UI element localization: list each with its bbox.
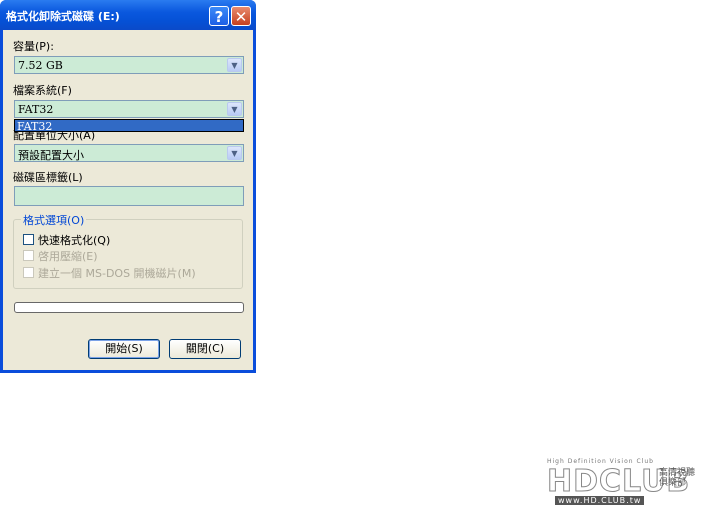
filesystem-value: FAT32 xyxy=(18,103,54,116)
capacity-select[interactable]: 7.52 GB ▼ xyxy=(14,56,244,74)
filesystem-dropdown-option[interactable]: FAT32 xyxy=(14,119,244,133)
filesystem-label: 檔案系統(F) xyxy=(13,84,72,97)
filesystem-select[interactable]: FAT32 ▼ xyxy=(14,100,244,118)
format-options-group: 格式選項(O) 快速格式化(Q) 啓用壓縮(E) 建立一個 MS-DOS 開機磁… xyxy=(13,212,243,289)
chevron-down-icon[interactable]: ▼ xyxy=(227,102,242,116)
allocation-value: 預設配置大小 xyxy=(18,149,84,162)
start-button[interactable]: 開始(S) xyxy=(88,339,160,359)
format-options-title: 格式選項(O) xyxy=(21,212,87,228)
allocation-select[interactable]: 預設配置大小 ▼ xyxy=(14,144,244,162)
title-bar[interactable]: 格式化卸除式磁碟 (E:) ? ✕ xyxy=(0,0,256,30)
enable-compression-label: 啓用壓縮(E) xyxy=(38,250,98,263)
close-button[interactable]: 關閉(C) xyxy=(169,339,241,359)
enable-compression-checkbox xyxy=(23,250,34,261)
help-icon: ? xyxy=(214,8,224,26)
msdos-disk-checkbox xyxy=(23,267,34,278)
msdos-disk-label: 建立一個 MS-DOS 開機磁片(M) xyxy=(38,267,196,280)
volume-label-label: 磁碟區標籤(L) xyxy=(13,171,83,184)
format-dialog: 格式化卸除式磁碟 (E:) ? ✕ 容量(P): 7.52 GB ▼ 檔案系統(… xyxy=(0,0,256,373)
window-title: 格式化卸除式磁碟 (E:) xyxy=(6,10,120,23)
dropdown-option-label: FAT32 xyxy=(17,120,53,133)
quick-format-label[interactable]: 快速格式化(Q) xyxy=(38,232,110,248)
help-button[interactable]: ? xyxy=(209,6,229,26)
format-progress-bar xyxy=(14,302,244,313)
capacity-value: 7.52 GB xyxy=(18,59,63,72)
close-icon: ✕ xyxy=(234,8,248,26)
dialog-body: 容量(P): 7.52 GB ▼ 檔案系統(F) FAT32 ▼ FAT32 配… xyxy=(3,30,253,370)
volume-label-input[interactable] xyxy=(14,186,244,206)
capacity-label: 容量(P): xyxy=(13,40,54,53)
watermark-url: www.HD.CLUB.tw xyxy=(555,496,645,505)
close-window-button[interactable]: ✕ xyxy=(231,6,251,26)
chevron-down-icon[interactable]: ▼ xyxy=(227,58,242,72)
watermark-logo: High Definition Vision Club HDCLUB 高清視聽俱… xyxy=(546,458,697,506)
quick-format-checkbox[interactable] xyxy=(23,234,34,245)
chevron-down-icon[interactable]: ▼ xyxy=(227,146,242,160)
watermark-side-text: 高清視聽俱樂部 xyxy=(659,468,696,488)
